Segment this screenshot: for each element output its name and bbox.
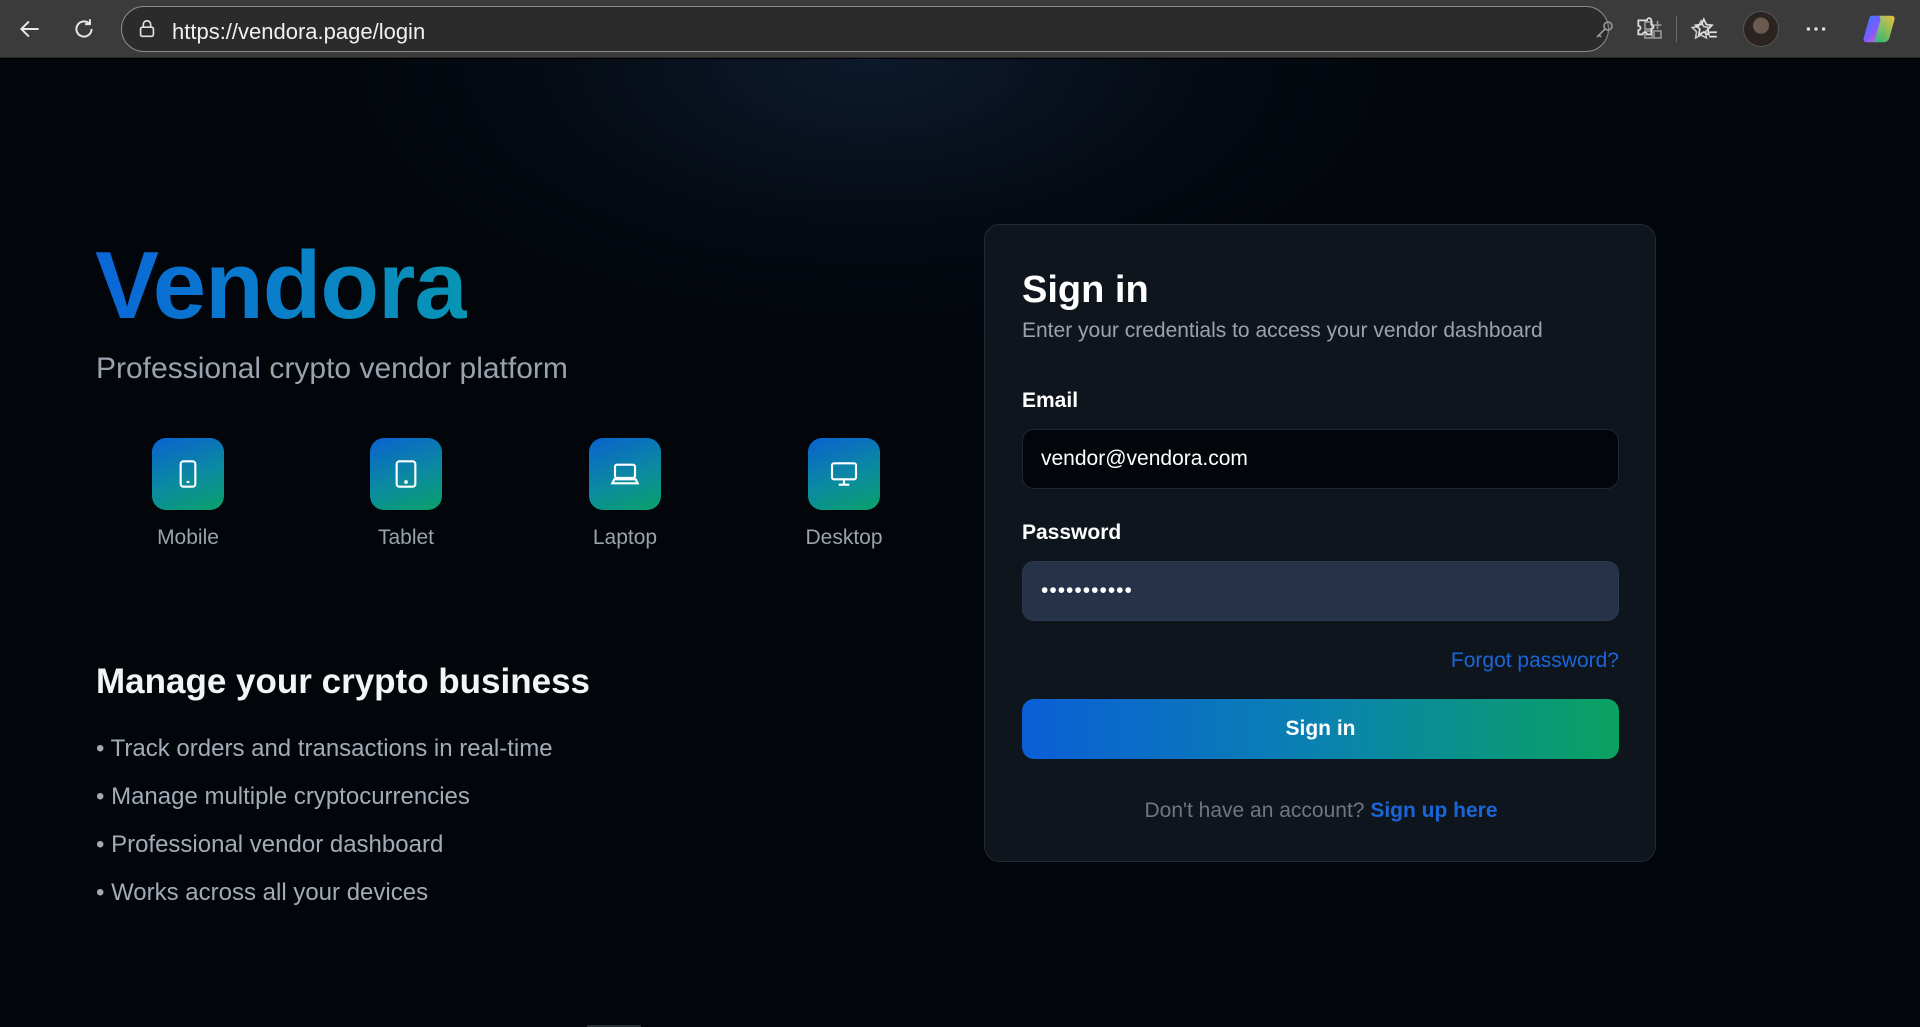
device-label: Tablet — [377, 526, 435, 549]
email-label: Email — [1022, 389, 1079, 412]
extensions-icon[interactable] — [1627, 9, 1667, 49]
card-title: Sign in — [1022, 269, 1149, 311]
device-mobile: Mobile — [118, 438, 258, 550]
copilot-icon[interactable] — [1861, 10, 1899, 48]
signin-card: Sign in Enter your credentials to access… — [984, 224, 1656, 862]
list-item: • Works across all your devices — [96, 879, 429, 906]
device-label: Laptop — [592, 526, 658, 549]
tablet-icon — [370, 438, 442, 510]
email-value: vendor@vendora.com — [1041, 447, 1248, 470]
device-desktop: Desktop — [774, 438, 914, 550]
feature-list: • Track orders and transactions in real-… — [96, 735, 553, 927]
laptop-icon — [589, 438, 661, 510]
toolbar-separator — [1676, 16, 1677, 42]
forgot-password-link[interactable]: Forgot password? — [1451, 649, 1619, 673]
signup-link[interactable]: Sign up here — [1370, 799, 1497, 822]
list-item: • Track orders and transactions in real-… — [96, 735, 553, 762]
tagline: Professional crypto vendor platform — [96, 352, 568, 385]
password-value: ••••••••••• — [1041, 579, 1133, 602]
signin-button[interactable]: Sign in — [1022, 699, 1619, 759]
device-label: Desktop — [805, 526, 883, 549]
back-arrow-icon[interactable] — [10, 9, 50, 49]
list-item: • Manage multiple cryptocurrencies — [96, 783, 470, 810]
no-account-text: Don't have an account? — [1144, 799, 1365, 822]
browser-toolbar: https://vendora.page/login — [0, 0, 1920, 58]
list-item: • Professional vendor dashboard — [96, 831, 444, 858]
brand-logo: Vendora — [95, 232, 468, 339]
key-icon[interactable] — [1592, 18, 1618, 42]
url-text[interactable]: https://vendora.page/login — [172, 19, 425, 45]
favorites-icon[interactable] — [1686, 9, 1726, 49]
avatar[interactable] — [1743, 11, 1779, 47]
device-label: Mobile — [157, 526, 219, 549]
address-bar[interactable]: https://vendora.page/login — [121, 6, 1712, 52]
more-icon[interactable] — [1796, 9, 1836, 49]
device-laptop: Laptop — [555, 438, 695, 550]
login-page: Vendora Professional crypto vendor platf… — [0, 59, 1920, 1027]
monitor-icon — [808, 438, 880, 510]
device-tablet: Tablet — [336, 438, 476, 550]
refresh-icon[interactable] — [64, 9, 104, 49]
smartphone-icon — [152, 438, 224, 510]
signup-prompt: Don't have an account? Sign up here — [985, 799, 1657, 823]
manage-heading: Manage your crypto business — [96, 662, 591, 701]
lock-icon[interactable] — [136, 18, 158, 40]
card-subtitle: Enter your credentials to access your ve… — [1022, 319, 1543, 342]
password-field[interactable]: ••••••••••• — [1022, 561, 1619, 621]
password-label: Password — [1022, 521, 1122, 544]
email-field[interactable]: vendor@vendora.com — [1022, 429, 1619, 489]
